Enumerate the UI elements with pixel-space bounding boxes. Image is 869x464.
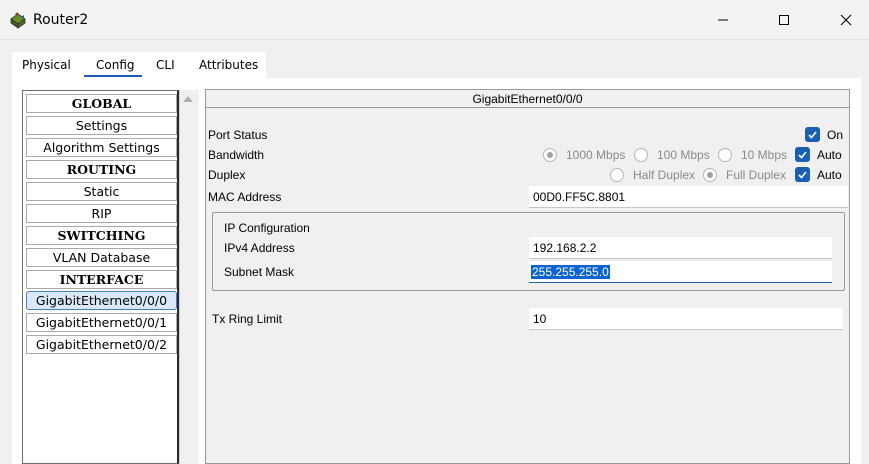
bandwidth-10-radio[interactable] — [718, 148, 732, 162]
subnet-mask-selected-text: 255.255.255.0 — [531, 265, 610, 279]
duplex-full-label: Full Duplex — [726, 168, 787, 182]
subnet-mask-field[interactable]: 255.255.255.0 — [529, 261, 832, 283]
nav-algorithm-settings[interactable]: Algorithm Settings — [26, 138, 177, 157]
maximize-button[interactable] — [761, 0, 807, 40]
tab-config[interactable]: Config — [96, 58, 135, 72]
bandwidth-1000-radio[interactable] — [543, 148, 557, 162]
ipv4-address-field[interactable]: 192.168.2.2 — [529, 237, 832, 259]
nav-scrollbar[interactable] — [179, 90, 199, 464]
minimize-button[interactable] — [700, 0, 746, 40]
checkmark-icon — [798, 171, 807, 179]
duplex-label: Duplex — [208, 168, 246, 182]
nav-global-header[interactable]: GLOBAL — [26, 94, 177, 113]
bandwidth-10-label: 10 Mbps — [741, 148, 788, 162]
duplex-auto-label: Auto — [817, 168, 842, 182]
router-app-icon — [9, 11, 27, 29]
bandwidth-auto-checkbox[interactable] — [795, 147, 810, 162]
close-icon — [840, 14, 852, 26]
maximize-icon — [779, 15, 789, 25]
nav-gigabitethernet0-0-1[interactable]: GigabitEthernet0/0/1 — [26, 313, 177, 332]
bandwidth-auto-label: Auto — [817, 148, 842, 162]
duplex-auto-checkbox[interactable] — [795, 167, 810, 182]
tab-attributes[interactable]: Attributes — [199, 58, 258, 72]
bandwidth-label: Bandwidth — [208, 148, 265, 162]
mac-address-field[interactable]: 00D0.FF5C.8801 — [529, 186, 848, 208]
window-title: Router2 — [33, 12, 89, 28]
ip-configuration-title: IP Configuration — [224, 221, 310, 235]
active-tab-indicator — [84, 75, 142, 77]
checkmark-icon — [798, 151, 807, 159]
panel-title: GigabitEthernet0/0/0 — [206, 90, 849, 108]
nav-settings[interactable]: Settings — [26, 116, 177, 135]
bandwidth-100-radio[interactable] — [634, 148, 648, 162]
duplex-half-label: Half Duplex — [633, 168, 696, 182]
nav-static[interactable]: Static — [26, 182, 177, 201]
tx-ring-limit-field[interactable]: 10 — [529, 308, 843, 330]
nav-gigabitethernet0-0-2[interactable]: GigabitEthernet0/0/2 — [26, 335, 177, 354]
scroll-up-icon[interactable] — [183, 96, 193, 102]
bandwidth-100-label: 100 Mbps — [657, 148, 710, 162]
title-bar: Router2 — [0, 0, 869, 40]
mac-address-label: MAC Address — [208, 190, 282, 204]
port-status-checkbox[interactable] — [805, 127, 820, 142]
config-nav-list: GLOBAL Settings Algorithm Settings ROUTI… — [22, 90, 179, 464]
duplex-full-radio[interactable] — [703, 168, 717, 182]
nav-interface-header[interactable]: INTERFACE — [26, 270, 177, 289]
tab-cli[interactable]: CLI — [156, 58, 175, 72]
tx-ring-limit-label: Tx Ring Limit — [212, 312, 283, 326]
minimize-icon — [718, 19, 728, 21]
port-status-label: Port Status — [208, 128, 268, 142]
bandwidth-1000-label: 1000 Mbps — [566, 148, 626, 162]
duplex-half-radio[interactable] — [610, 168, 624, 182]
port-status-on-label: On — [827, 128, 844, 142]
nav-gigabitethernet0-0-0[interactable]: GigabitEthernet0/0/0 — [26, 291, 177, 310]
checkmark-icon — [808, 131, 817, 139]
nav-switching-header[interactable]: SWITCHING — [26, 226, 177, 245]
nav-vlan-database[interactable]: VLAN Database — [26, 248, 177, 267]
nav-routing-header[interactable]: ROUTING — [26, 160, 177, 179]
close-button[interactable] — [823, 0, 869, 40]
tab-bar: Physical Config CLI Attributes — [12, 52, 266, 78]
subnet-mask-label: Subnet Mask — [224, 265, 295, 279]
tab-physical[interactable]: Physical — [22, 58, 71, 72]
ipv4-address-label: IPv4 Address — [224, 241, 295, 255]
nav-rip[interactable]: RIP — [26, 204, 177, 223]
